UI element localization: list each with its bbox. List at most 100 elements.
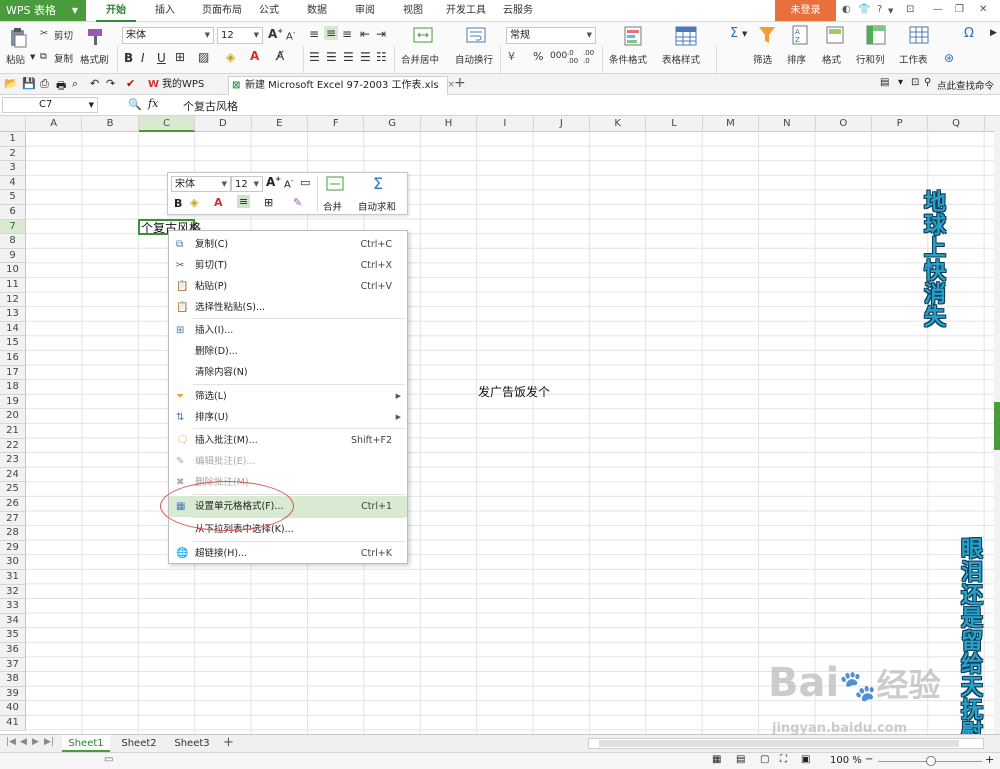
tab-document[interactable]: ⊠ 新建 Microsoft Excel 97-2003 工作表.xls ×: [228, 76, 455, 95]
login-button[interactable]: 未登录: [775, 0, 836, 21]
macro-icon[interactable]: ▭: [104, 754, 113, 765]
sigma-icon[interactable]: Σ: [730, 26, 738, 41]
format-icon[interactable]: [826, 25, 844, 45]
app-menu-button[interactable]: WPS 表格 ▼: [0, 0, 86, 21]
tab-review[interactable]: 审阅: [350, 0, 380, 22]
row-header-34[interactable]: 34: [0, 613, 26, 629]
row-header-21[interactable]: 21: [0, 424, 26, 439]
formula-input[interactable]: 个复古风格: [183, 98, 238, 114]
minimize-icon[interactable]: —: [933, 4, 943, 15]
scissors-icon[interactable]: ✂: [40, 28, 48, 39]
underline-icon[interactable]: U: [157, 51, 166, 65]
align-center-icon[interactable]: ☰: [326, 50, 337, 64]
chevron-down-icon[interactable]: ▼: [30, 53, 35, 61]
format-painter-icon[interactable]: [86, 27, 104, 47]
sheet-tab-1[interactable]: Sheet1: [62, 735, 110, 752]
copy-button[interactable]: 复制: [54, 51, 73, 65]
distribute-icon[interactable]: ☷: [376, 50, 387, 64]
column-header-k[interactable]: K: [590, 116, 647, 132]
row-header-4[interactable]: 4: [0, 175, 26, 191]
customize-icon[interactable]: ✔: [126, 77, 135, 90]
tab-home[interactable]: 开始: [96, 0, 136, 22]
normal-view-icon[interactable]: ▦: [712, 754, 721, 765]
open-folder-icon[interactable]: 📂: [4, 77, 18, 90]
row-header-29[interactable]: 29: [0, 540, 26, 556]
context-menu-item[interactable]: ⏷ 筛选(L) ▶: [169, 386, 407, 407]
context-menu-item[interactable]: ⊞ 插入(I)...: [169, 320, 407, 341]
fill-color-icon[interactable]: ◈: [226, 50, 235, 64]
fullscreen-icon[interactable]: ⛶: [780, 754, 787, 765]
column-header-q[interactable]: Q: [928, 116, 985, 132]
table-style-button[interactable]: 表格样式: [662, 52, 700, 66]
sheet-tab-3[interactable]: Sheet3: [169, 735, 215, 752]
context-menu-item[interactable]: 清除内容(N): [169, 362, 407, 383]
font-color-icon[interactable]: A: [214, 196, 223, 209]
tab-formulas[interactable]: 公式: [254, 0, 284, 22]
row-header-16[interactable]: 16: [0, 351, 26, 366]
row-header-39[interactable]: 39: [0, 686, 26, 702]
sort-button[interactable]: 排序: [787, 52, 806, 66]
tab-insert[interactable]: 插入: [150, 0, 180, 22]
name-box[interactable]: C7 ▼: [2, 97, 98, 113]
merge-center-button[interactable]: 合并居中: [401, 52, 439, 66]
row-header-40[interactable]: 40: [0, 701, 26, 716]
tab-data[interactable]: 数据: [302, 0, 332, 22]
borders-icon[interactable]: ⊞: [264, 196, 273, 209]
sheet-tab-2[interactable]: Sheet2: [116, 735, 162, 752]
fx-icon[interactable]: fx: [148, 97, 158, 110]
zoom-icon[interactable]: 🔍: [128, 98, 142, 111]
align-right-icon[interactable]: ☰: [343, 50, 354, 64]
column-header-p[interactable]: P: [872, 116, 929, 132]
page-break-view-icon[interactable]: ▤: [736, 754, 745, 765]
align-center-icon[interactable]: ≡: [237, 195, 251, 208]
column-header-i[interactable]: I: [477, 116, 534, 132]
column-header-f[interactable]: F: [308, 116, 365, 132]
context-menu-item[interactable]: ⧉ 复制(C) Ctrl+C: [169, 234, 407, 255]
font-name-select[interactable]: 宋体 ▼: [122, 27, 214, 44]
mini-font-name-select[interactable]: 宋体 ▼: [171, 176, 231, 192]
zoom-slider-handle[interactable]: [926, 756, 936, 766]
fill-color-icon[interactable]: ◈: [190, 196, 198, 209]
conditional-format-button[interactable]: 条件格式: [609, 52, 647, 66]
more-icon[interactable]: ▶: [990, 28, 997, 38]
context-menu-item[interactable]: ⇅ 排序(U) ▶: [169, 407, 407, 428]
row-header-37[interactable]: 37: [0, 657, 26, 673]
scrollbar-thumb[interactable]: [994, 402, 1000, 450]
shirt-icon[interactable]: 👕: [858, 4, 870, 15]
row-header-13[interactable]: 13: [0, 307, 26, 322]
autosum-button[interactable]: 自动求和: [358, 199, 396, 213]
worksheet-icon[interactable]: [909, 25, 929, 45]
format-painter-icon[interactable]: ✎: [293, 196, 302, 209]
find-icon[interactable]: ⊛: [944, 51, 954, 65]
decrease-font-icon[interactable]: A-: [286, 29, 295, 42]
table-style-icon[interactable]: [675, 25, 697, 47]
row-header-20[interactable]: 20: [0, 409, 26, 424]
zoom-in-icon[interactable]: +: [985, 753, 994, 766]
zoom-level[interactable]: 100 %: [830, 755, 862, 766]
row-header-32[interactable]: 32: [0, 584, 26, 600]
align-top-icon[interactable]: ≡: [309, 27, 319, 41]
worksheet-button[interactable]: 工作表: [899, 52, 928, 66]
tab-page-layout[interactable]: 页面布局: [194, 0, 250, 22]
tab-developer[interactable]: 开发工具: [440, 0, 492, 22]
close-icon[interactable]: ✕: [979, 4, 987, 15]
symbol-icon[interactable]: Ω: [964, 26, 974, 41]
number-format-select[interactable]: 常规 ▼: [506, 27, 596, 44]
context-menu-item[interactable]: 🌐 超链接(H)... Ctrl+K: [169, 543, 407, 564]
row-header-17[interactable]: 17: [0, 365, 26, 381]
tab-view[interactable]: 视图: [398, 0, 428, 22]
mini-font-size-select[interactable]: 12 ▼: [231, 176, 263, 192]
row-header-31[interactable]: 31: [0, 570, 26, 585]
filter-icon[interactable]: [758, 25, 776, 45]
export-pdf-icon[interactable]: ⎙: [40, 77, 49, 91]
row-header-19[interactable]: 19: [0, 394, 26, 410]
next-sheet-icon[interactable]: ▶: [32, 737, 39, 747]
chevron-down-icon[interactable]: ▾: [898, 77, 903, 88]
row-header-33[interactable]: 33: [0, 599, 26, 614]
row-header-15[interactable]: 15: [0, 336, 26, 351]
paste-button[interactable]: 粘贴: [6, 52, 25, 66]
sigma-icon[interactable]: Σ: [373, 174, 383, 193]
format-button[interactable]: 格式: [822, 52, 841, 66]
column-header-m[interactable]: M: [703, 116, 760, 132]
justify-icon[interactable]: ☰: [360, 50, 371, 64]
